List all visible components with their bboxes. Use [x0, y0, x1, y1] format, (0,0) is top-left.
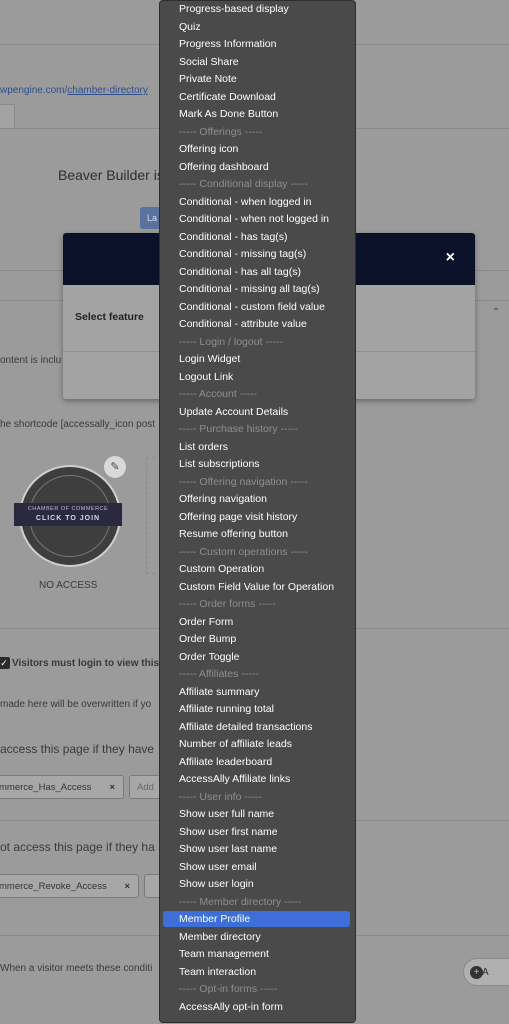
close-icon[interactable]: ×: [124, 875, 130, 899]
dropdown-option[interactable]: Show user login: [163, 876, 350, 892]
dropdown-option[interactable]: Show user full name: [163, 806, 350, 822]
revoke-access-tag[interactable]: mmerce_Revoke_Access ×: [0, 874, 139, 898]
chevron-up-icon[interactable]: ⌃: [492, 307, 500, 318]
dropdown-option[interactable]: Logout Link: [163, 369, 350, 385]
overwrite-note: made here will be overwritten if yo: [0, 699, 152, 710]
launch-builder-button[interactable]: La: [140, 207, 160, 229]
dropdown-option[interactable]: Affiliate detailed transactions: [163, 719, 350, 735]
pencil-icon[interactable]: ✎: [104, 456, 126, 478]
dashed-box: [146, 457, 155, 574]
dropdown-option[interactable]: Member directory: [163, 929, 350, 945]
dropdown-group-header: ----- Purchase history -----: [179, 423, 299, 435]
dropdown-option[interactable]: Team interaction: [163, 964, 350, 980]
feature-dropdown-list[interactable]: Progress-based display Quiz Progress Infor…: [159, 0, 356, 1023]
dropdown-option[interactable]: Progress Information: [163, 36, 350, 52]
add-button-label: A: [482, 967, 489, 978]
dropdown-group-header: ----- User info -----: [179, 790, 262, 803]
dropdown-option[interactable]: List orders: [163, 439, 350, 455]
dropdown-option[interactable]: Custom Operation: [163, 561, 350, 577]
dropdown-group-header: ----- Offerings -----: [179, 125, 263, 138]
dropdown-option[interactable]: AccessAlly opt-in form: [163, 999, 350, 1015]
dropdown-option[interactable]: Conditional - has all tag(s): [163, 264, 350, 280]
dropdown-option[interactable]: List subscriptions: [163, 456, 350, 472]
dropdown-option[interactable]: Order Bump: [163, 631, 350, 647]
builder-message: Beaver Builder is: [58, 167, 164, 183]
dropdown-option[interactable]: Order Form: [163, 614, 350, 630]
dropdown-option[interactable]: Offering page visit history: [163, 509, 350, 525]
visitor-note: When a visitor meets these conditi: [0, 963, 153, 974]
dropdown-option[interactable]: Conditional - missing tag(s): [163, 246, 350, 262]
dropdown-group-header: ----- Custom operations -----: [179, 545, 308, 558]
dropdown-group-header: ----- Offering navigation -----: [179, 475, 308, 488]
badge-band: CHAMBER OF COMMERCE CLICK TO JOIN: [14, 503, 122, 526]
dropdown-option[interactable]: Update Account Details: [163, 404, 350, 420]
dropdown-group-header: ----- Opt-in forms -----: [179, 983, 278, 995]
dropdown-option[interactable]: Show user last name: [163, 841, 350, 857]
dropdown-option[interactable]: Team management: [163, 946, 350, 962]
dropdown-option[interactable]: Private Note: [163, 71, 350, 87]
page-url[interactable]: wpengine.com/chamber-directory: [0, 85, 148, 96]
access-heading: access this page if they have: [0, 742, 155, 756]
url-path: chamber-directory: [67, 85, 148, 96]
dropdown-option[interactable]: Offering dashboard: [163, 159, 350, 175]
dropdown-group-header: ----- Member directory -----: [179, 895, 302, 908]
dropdown-option[interactable]: Resume offering button: [163, 526, 350, 542]
dropdown-option[interactable]: AccessAlly Affiliate links: [163, 771, 350, 787]
dropdown-option[interactable]: Custom Field Value for Operation: [163, 579, 350, 595]
dropdown-option[interactable]: Number of affiliate leads: [163, 736, 350, 752]
shortcode-note: he shortcode [accessally_icon post: [0, 419, 156, 430]
dropdown-option[interactable]: Conditional - when logged in: [163, 194, 350, 210]
close-icon[interactable]: ×: [109, 776, 115, 800]
dropdown-option[interactable]: Affiliate summary: [163, 684, 350, 700]
dropdown-option[interactable]: Affiliate running total: [163, 701, 350, 717]
dropdown-option[interactable]: Conditional - missing all tag(s): [163, 281, 350, 297]
badge-main-text: CLICK TO JOIN: [35, 515, 101, 522]
dropdown-option[interactable]: Affiliate leaderboard: [163, 754, 350, 770]
dropdown-option[interactable]: Offering icon: [163, 141, 350, 157]
no-access-label: NO ACCESS: [39, 580, 98, 591]
tab-edge[interactable]: [0, 104, 15, 129]
close-icon[interactable]: ×: [446, 250, 455, 266]
dropdown-group-header: ----- Login / logout -----: [179, 335, 283, 348]
badge-top-text: CHAMBER OF COMMERCE: [27, 506, 109, 512]
dropdown-option[interactable]: Certificate Download: [163, 89, 350, 105]
dropdown-option[interactable]: Conditional - when not logged in: [163, 211, 350, 227]
dropdown-option[interactable]: Conditional - attribute value: [163, 316, 350, 332]
dropdown-group-header: ----- Affiliates -----: [179, 668, 259, 680]
dropdown-option[interactable]: Conditional - has tag(s): [163, 229, 350, 245]
dropdown-group-header: ----- Account -----: [179, 388, 258, 400]
dropdown-group-header: ----- Order forms -----: [179, 598, 276, 610]
url-prefix: wpengine.com/: [0, 85, 68, 96]
dropdown-option[interactable]: Conditional - custom field value: [163, 299, 350, 315]
dropdown-group-header: ----- Conditional display -----: [179, 178, 308, 190]
dropdown-option[interactable]: Show user email: [163, 859, 350, 875]
tag-label: mmerce_Revoke_Access: [0, 881, 107, 892]
add-condition-button[interactable]: + A: [463, 958, 509, 986]
login-required-label: Visitors must login to view this: [12, 658, 160, 669]
dropdown-option[interactable]: Show user first name: [163, 824, 350, 840]
dropdown-option[interactable]: Quiz: [163, 19, 350, 35]
dropdown-option[interactable]: Progress-based display: [163, 1, 350, 17]
dropdown-option[interactable]: Member Profile: [163, 911, 350, 927]
select-feature-label: Select feature: [75, 311, 144, 323]
has-access-tag[interactable]: mmerce_Has_Access ×: [0, 775, 124, 799]
tag-label: mmerce_Has_Access: [0, 782, 92, 793]
login-checkbox[interactable]: ✓: [0, 657, 10, 669]
noaccess-heading: ot access this page if they ha: [0, 840, 155, 854]
dropdown-option[interactable]: Offering navigation: [163, 491, 350, 507]
plus-icon: +: [470, 966, 483, 979]
content-note: ontent is inclu: [0, 355, 62, 366]
dropdown-option[interactable]: Social Share: [163, 54, 350, 70]
dropdown-option[interactable]: Mark As Done Button: [163, 106, 350, 122]
dropdown-option[interactable]: Order Toggle: [163, 649, 350, 665]
dropdown-option[interactable]: Login Widget: [163, 351, 350, 367]
